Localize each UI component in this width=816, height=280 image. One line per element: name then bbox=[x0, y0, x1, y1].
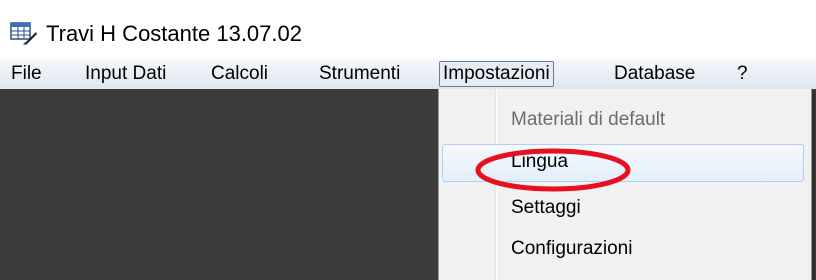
red-circle-annotation bbox=[475, 148, 631, 192]
menu-item-label: Materiali di default bbox=[511, 109, 666, 130]
menu-item-label: Configurazioni bbox=[511, 238, 633, 259]
menu-calcoli[interactable]: Calcoli bbox=[208, 61, 271, 87]
menu-item-settaggi[interactable]: Settaggi bbox=[442, 190, 804, 228]
table-app-icon bbox=[10, 22, 37, 45]
menu-input-dati[interactable]: Input Dati bbox=[82, 61, 169, 87]
menu-item-label: Settaggi bbox=[511, 197, 581, 218]
window-title: Travi H Costante 13.07.02 bbox=[46, 21, 302, 46]
title-bar: Travi H Costante 13.07.02 bbox=[0, 0, 816, 54]
menu-item-configurazioni[interactable]: Configurazioni bbox=[442, 231, 804, 269]
menu-database[interactable]: Database bbox=[611, 61, 698, 87]
menu-bar: File Input Dati Calcoli Strumenti Impost… bbox=[0, 58, 816, 90]
menu-file[interactable]: File bbox=[8, 61, 45, 87]
menu-help[interactable]: ? bbox=[734, 61, 751, 87]
menu-item-materiali-di-default: Materiali di default bbox=[442, 102, 804, 140]
menu-impostazioni[interactable]: Impostazioni bbox=[439, 61, 554, 87]
menu-strumenti[interactable]: Strumenti bbox=[316, 61, 403, 87]
